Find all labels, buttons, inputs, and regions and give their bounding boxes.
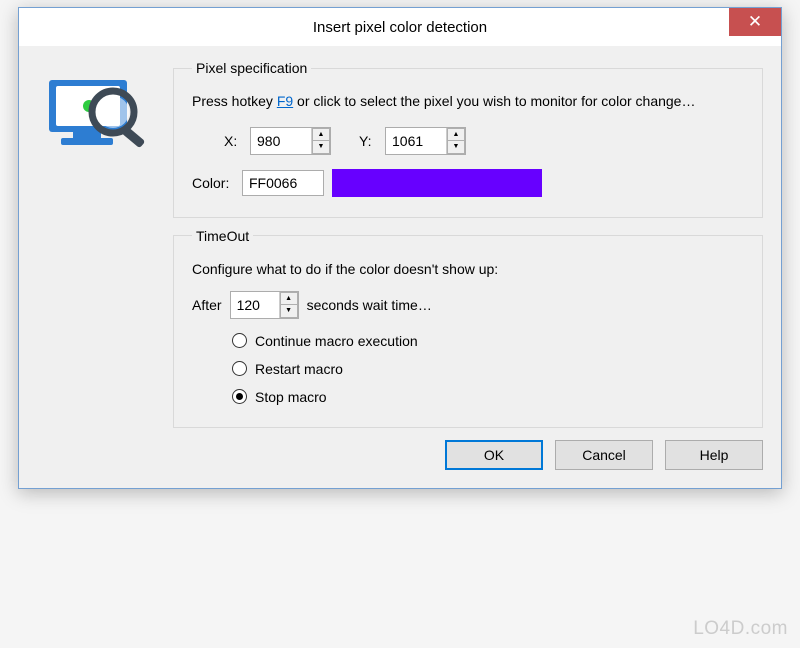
icon-column [37,60,169,470]
hotkey-link[interactable]: F9 [277,93,293,109]
xy-row: X: ▲ ▼ Y: ▲ ▼ [192,127,744,155]
ok-button[interactable]: OK [445,440,543,470]
y-input[interactable] [386,128,446,154]
color-label: Color: [192,175,234,191]
y-spin-up[interactable]: ▲ [447,128,465,141]
after-spin-up[interactable]: ▲ [280,292,298,305]
radio-icon [232,389,247,404]
timeout-instruction: Configure what to do if the color doesn'… [192,260,744,279]
after-spinner: ▲ ▼ [230,291,299,319]
pixel-spec-legend: Pixel specification [192,60,311,76]
after-spin-down[interactable]: ▼ [280,305,298,318]
help-button[interactable]: Help [665,440,763,470]
after-suffix: seconds wait time… [307,297,432,313]
after-label: After [192,297,222,313]
timeout-group: TimeOut Configure what to do if the colo… [173,228,763,428]
y-spin-down[interactable]: ▼ [447,141,465,154]
color-swatch[interactable] [332,169,542,197]
radio-stop[interactable]: Stop macro [232,389,744,405]
cancel-button[interactable]: Cancel [555,440,653,470]
radio-continue[interactable]: Continue macro execution [232,333,744,349]
pixel-spec-group: Pixel specification Press hotkey F9 or c… [173,60,763,218]
after-row: After ▲ ▼ seconds wait time… [192,291,744,319]
button-row: OK Cancel Help [173,440,763,470]
titlebar[interactable]: Insert pixel color detection ✕ [19,8,781,46]
client-area: Pixel specification Press hotkey F9 or c… [19,46,781,488]
timeout-options: Continue macro execution Restart macro S… [232,333,744,405]
radio-icon [232,361,247,376]
y-spinner: ▲ ▼ [385,127,466,155]
color-input[interactable] [242,170,324,196]
after-input[interactable] [231,292,279,318]
color-row: Color: [192,169,744,197]
x-spin-up[interactable]: ▲ [312,128,330,141]
radio-icon [232,333,247,348]
y-label: Y: [359,133,377,149]
window-title: Insert pixel color detection [313,19,487,36]
radio-restart[interactable]: Restart macro [232,361,744,377]
watermark: LO4D.com [693,618,788,640]
radio-label-stop: Stop macro [255,389,327,405]
timeout-legend: TimeOut [192,228,253,244]
dialog-window: Insert pixel color detection ✕ [18,7,782,489]
close-button[interactable]: ✕ [729,8,781,36]
x-spin-down[interactable]: ▼ [312,141,330,154]
x-spinner: ▲ ▼ [250,127,331,155]
form-column: Pixel specification Press hotkey F9 or c… [173,60,763,470]
radio-label-continue: Continue macro execution [255,333,418,349]
x-input[interactable] [251,128,311,154]
close-icon: ✕ [748,12,762,32]
pixel-spec-instruction: Press hotkey F9 or click to select the p… [192,92,744,111]
x-label: X: [224,133,242,149]
radio-label-restart: Restart macro [255,361,343,377]
monitor-magnifier-icon [43,66,169,166]
